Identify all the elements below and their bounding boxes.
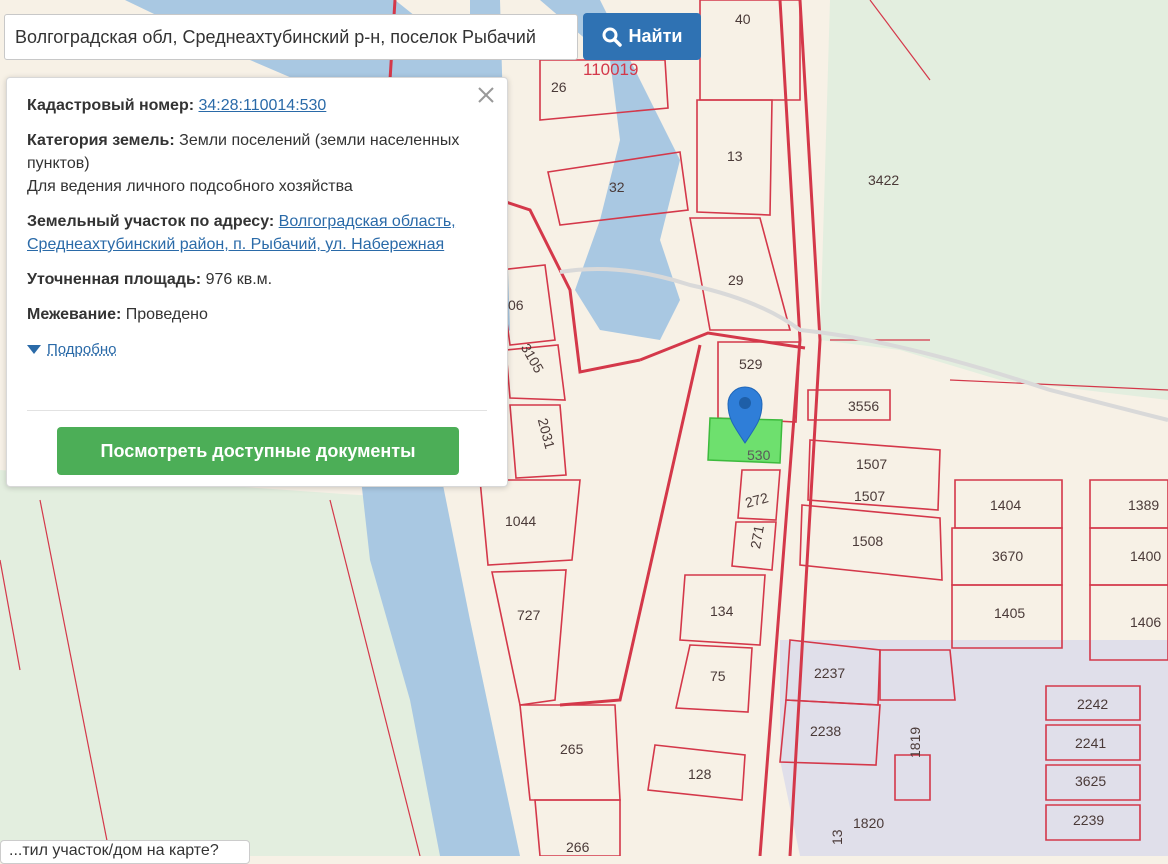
parcel-label: 2238 <box>810 723 841 739</box>
parcel-label: 1508 <box>852 533 883 549</box>
land-category-label: Категория земель: <box>27 132 175 149</box>
details-toggle-label: Подробно <box>47 341 117 358</box>
details-toggle[interactable]: Подробно <box>27 338 487 361</box>
address-search-input[interactable] <box>5 15 577 59</box>
caret-down-icon <box>27 344 41 354</box>
find-button-label: Найти <box>628 26 683 46</box>
area-label: Уточненная площадь: <box>27 271 202 288</box>
parcel-label: 3625 <box>1075 773 1106 789</box>
parcel-label: 266 <box>566 839 590 855</box>
parcel-label: 128 <box>688 766 712 782</box>
survey-value: Проведено <box>125 306 208 323</box>
view-documents-button[interactable]: Посмотреть доступные документы <box>57 427 459 475</box>
parcel-label: 1405 <box>994 605 1025 621</box>
parcel-info-panel: Кадастровый номер: 34:28:110014:530 Кате… <box>6 77 508 487</box>
parcel-label: 26 <box>551 79 567 95</box>
search-icon <box>602 27 622 47</box>
address-search-box[interactable] <box>4 14 578 60</box>
parcel-label: 40 <box>735 11 751 27</box>
parcel-label: 110019 <box>583 60 638 79</box>
parcel-label: 2241 <box>1075 735 1106 751</box>
survey-label: Межевание: <box>27 306 122 323</box>
close-icon[interactable] <box>475 84 497 106</box>
land-usage-value: Для ведения личного подсобного хозяйства <box>27 178 353 195</box>
parcel-label: 3556 <box>848 398 879 414</box>
parcel-label: 1507 <box>854 488 885 504</box>
parcel-label: 1044 <box>505 513 536 529</box>
area-row: Уточненная площадь: 976 кв.м. <box>27 268 487 291</box>
parcel-label: 2239 <box>1073 812 1104 828</box>
panel-divider <box>27 410 487 411</box>
parcel-label: 1389 <box>1128 497 1159 513</box>
cadastral-number-label: Кадастровый номер: <box>27 97 195 114</box>
parcel-label: 2242 <box>1077 696 1108 712</box>
survey-row: Межевание: Проведено <box>27 303 487 326</box>
parcel-label: 06 <box>508 297 524 313</box>
parcel-label: 3422 <box>868 172 899 188</box>
parcel-label: 1819 <box>907 727 923 758</box>
parcel-label: 75 <box>710 668 726 684</box>
bottom-hint[interactable]: ...тил участок/дом на карте? <box>0 840 250 864</box>
parcel-label: 2237 <box>814 665 845 681</box>
parcel-label: 529 <box>739 356 763 372</box>
cadastral-number-link[interactable]: 34:28:110014:530 <box>199 97 327 114</box>
parcel-label: 32 <box>609 179 625 195</box>
area-value: 976 кв.м. <box>205 271 273 288</box>
parcel-label: 13 <box>727 148 743 164</box>
parcel-label: 1404 <box>990 497 1021 513</box>
parcel-label: 29 <box>728 272 744 288</box>
parcel-label: 1820 <box>853 815 884 831</box>
parcel-label: 134 <box>710 603 734 619</box>
parcel-label: 1406 <box>1130 614 1161 630</box>
land-category-row: Категория земель: Земли поселений (земли… <box>27 129 487 198</box>
parcel-label: 3670 <box>992 548 1023 564</box>
parcel-label: 1507 <box>856 456 887 472</box>
parcel-label: 530 <box>747 447 771 463</box>
cadastral-number-row: Кадастровый номер: 34:28:110014:530 <box>27 94 487 117</box>
address-row: Земельный участок по адресу: Волгоградск… <box>27 210 487 256</box>
parcel-label: 1400 <box>1130 548 1161 564</box>
parcel-label: 265 <box>560 741 584 757</box>
parcel-label: 727 <box>517 607 541 623</box>
find-button[interactable]: Найти <box>583 13 701 60</box>
address-label: Земельный участок по адресу: <box>27 213 275 230</box>
parcel-label: 13 <box>829 829 845 845</box>
